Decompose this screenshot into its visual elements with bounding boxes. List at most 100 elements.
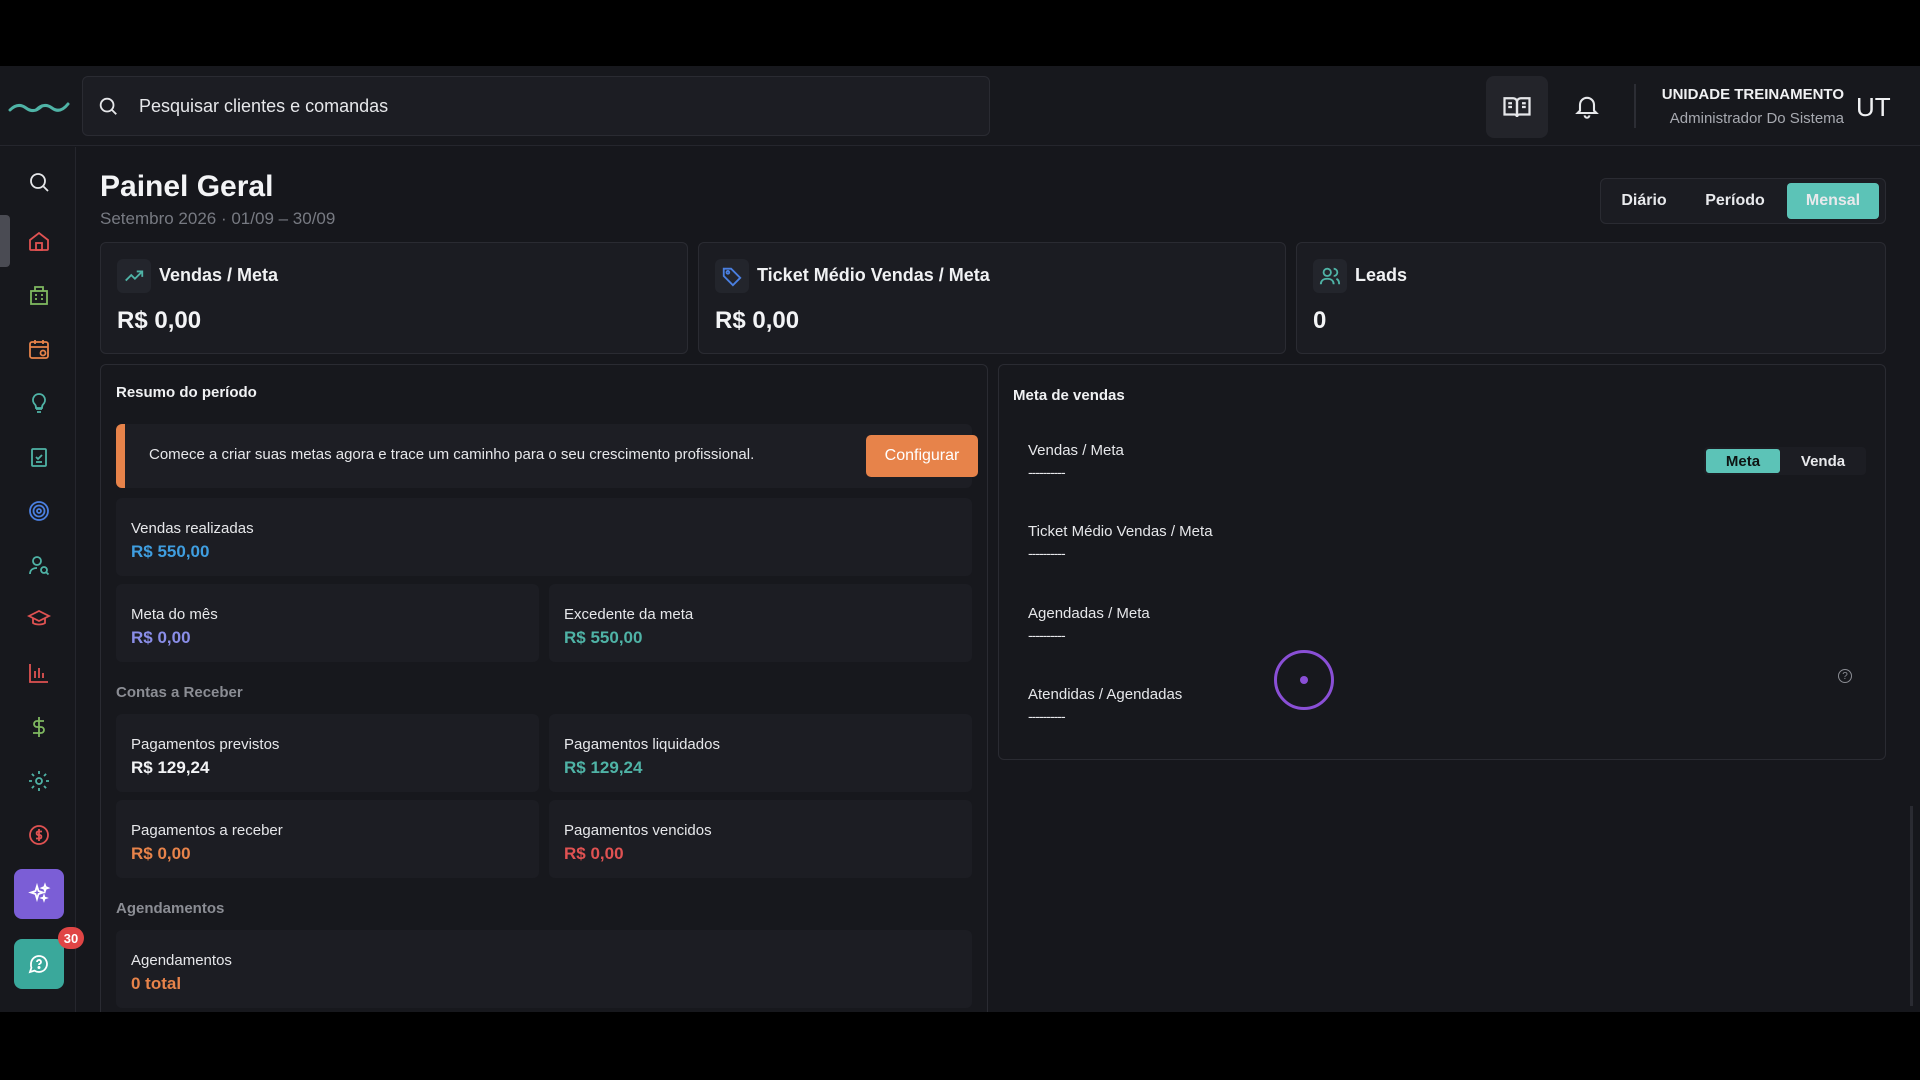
dollar-icon xyxy=(33,717,45,737)
user-role: Administrador Do Sistema xyxy=(1669,110,1844,127)
sidebar-item-home[interactable] xyxy=(14,216,64,266)
book-open-icon xyxy=(1503,97,1531,118)
sidebar-item-training[interactable] xyxy=(14,594,64,644)
meta-row-label: Vendas / Meta xyxy=(1028,442,1124,459)
meta-venda-toggle: Meta Venda xyxy=(1704,447,1866,475)
card-value: R$ 0,00 xyxy=(131,628,191,647)
kpi-label: Vendas / Meta xyxy=(159,265,279,285)
kpi-icon xyxy=(1313,259,1347,293)
meta-row-value: ---------- xyxy=(1028,627,1066,643)
kpi-card-vendas: Vendas / Meta R$ 0,00 xyxy=(100,242,688,354)
card-label: Pagamentos previstos xyxy=(131,736,280,753)
sidebar-item-billing[interactable] xyxy=(14,810,64,860)
alert-text: Comece a criar suas metas agora e trace … xyxy=(149,446,755,463)
target-icon xyxy=(29,501,49,521)
kpi-icon xyxy=(117,259,151,293)
tag-icon xyxy=(722,267,742,287)
meta-row-label: Ticket Médio Vendas / Meta xyxy=(1028,523,1213,540)
notifications-button[interactable] xyxy=(1566,80,1608,132)
lightbulb-icon xyxy=(32,393,46,413)
tab-period[interactable]: Período xyxy=(1689,183,1781,219)
kpi-label: Ticket Médio Vendas / Meta xyxy=(757,265,990,285)
clipboard-check-icon xyxy=(31,448,47,467)
card-value: R$ 550,00 xyxy=(131,542,210,561)
card-pagamentos-receber: Pagamentos a receber R$ 0,00 xyxy=(116,800,539,878)
sidebar-item-tasks[interactable] xyxy=(14,432,64,482)
avatar[interactable]: UT xyxy=(1856,92,1891,123)
ai-sparkle-icon xyxy=(28,882,51,903)
kpi-label: Leads xyxy=(1355,265,1408,285)
kpi-value: 0 xyxy=(1313,307,1327,334)
bar-chart-icon xyxy=(29,664,48,683)
configure-button[interactable]: Configurar xyxy=(866,435,978,477)
card-label: Excedente da meta xyxy=(564,606,694,623)
search-bar[interactable] xyxy=(82,76,990,136)
card-value: R$ 129,24 xyxy=(564,758,643,777)
card-value: R$ 0,00 xyxy=(131,844,191,863)
sidebar-item-ideas[interactable] xyxy=(14,378,64,428)
guide-button[interactable] xyxy=(1486,76,1548,138)
card-pagamentos-liquidados: Pagamentos liquidados R$ 129,24 xyxy=(549,714,972,792)
sidebar-item-goals[interactable] xyxy=(14,486,64,536)
divider xyxy=(1634,84,1636,128)
card-pagamentos-vencidos: Pagamentos vencidos R$ 0,00 xyxy=(549,800,972,878)
card-label: Pagamentos liquidados xyxy=(564,736,720,753)
coin-icon xyxy=(29,825,49,845)
tab-venda[interactable]: Venda xyxy=(1784,449,1862,473)
card-label: Vendas realizadas xyxy=(131,520,254,537)
sidebar-item-settings[interactable] xyxy=(14,756,64,806)
meta-row-label: Agendadas / Meta xyxy=(1028,605,1150,622)
card-excedente: Excedente da meta R$ 550,00 xyxy=(549,584,972,662)
kpi-icon xyxy=(715,259,749,293)
kpi-card-leads: Leads 0 xyxy=(1296,242,1886,354)
card-pagamentos-previstos: Pagamentos previstos R$ 129,24 xyxy=(116,714,539,792)
top-bar: UNIDADE TREINAMENTO Administrador Do Sis… xyxy=(0,66,1920,146)
trending-up-icon xyxy=(125,270,144,282)
logo-icon[interactable] xyxy=(8,96,70,116)
unit-name: UNIDADE TREINAMENTO xyxy=(1661,86,1844,103)
settings-icon xyxy=(29,771,49,791)
meta-vendas-title: Meta de vendas xyxy=(1013,387,1125,404)
help-icon[interactable]: ? xyxy=(1838,669,1852,683)
sidebar-item-search[interactable] xyxy=(14,157,64,207)
scrollbar[interactable] xyxy=(1910,806,1913,1006)
tab-daily[interactable]: Diário xyxy=(1605,183,1683,219)
tab-monthly[interactable]: Mensal xyxy=(1787,183,1879,219)
card-vendas-realizadas: Vendas realizadas R$ 550,00 xyxy=(116,498,972,576)
search-icon xyxy=(30,173,49,192)
bell-icon xyxy=(1575,96,1599,119)
kpi-value: R$ 0,00 xyxy=(715,307,800,334)
sidebar-item-finance[interactable] xyxy=(14,702,64,752)
sidebar-item-calendar[interactable] xyxy=(14,324,64,374)
card-label: Agendamentos xyxy=(131,952,232,969)
page-subtitle: Setembro 2026 · 01/09 – 30/09 xyxy=(100,209,336,228)
sidebar-item-reports[interactable] xyxy=(14,648,64,698)
calendar-icon xyxy=(29,340,49,359)
card-label: Meta do mês xyxy=(131,606,218,623)
card-label: Pagamentos vencidos xyxy=(564,822,712,839)
card-meta-mes: Meta do mês R$ 0,00 xyxy=(116,584,539,662)
sidebar-item-clients[interactable] xyxy=(14,540,64,590)
sidebar-item-company[interactable] xyxy=(14,270,64,320)
kpi-value: R$ 0,00 xyxy=(117,307,202,334)
card-label: Pagamentos a receber xyxy=(131,822,283,839)
period-selector: Diário Período Mensal xyxy=(1600,178,1886,224)
notification-badge: 30 xyxy=(58,927,84,949)
card-value: R$ 0,00 xyxy=(564,844,624,863)
section-title-contas: Contas a Receber xyxy=(116,684,243,701)
home-icon xyxy=(29,231,49,251)
building-icon xyxy=(30,286,48,305)
search-input[interactable] xyxy=(139,95,939,117)
active-indicator xyxy=(0,215,10,267)
tab-meta[interactable]: Meta xyxy=(1706,449,1780,473)
sidebar-item-chat[interactable]: 30 xyxy=(14,927,84,989)
sidebar-item-ai[interactable] xyxy=(14,869,64,919)
card-agendamentos: Agendamentos 0 total xyxy=(116,930,972,1008)
page-title: Painel Geral xyxy=(100,170,274,203)
meta-row-value: ---------- xyxy=(1028,708,1066,724)
card-value: R$ 129,24 xyxy=(131,758,210,777)
meta-row-label: Atendidas / Agendadas xyxy=(1028,686,1183,703)
card-value: R$ 550,00 xyxy=(564,628,643,647)
meta-row-value: ---------- xyxy=(1028,464,1066,480)
users-icon xyxy=(1319,267,1341,285)
